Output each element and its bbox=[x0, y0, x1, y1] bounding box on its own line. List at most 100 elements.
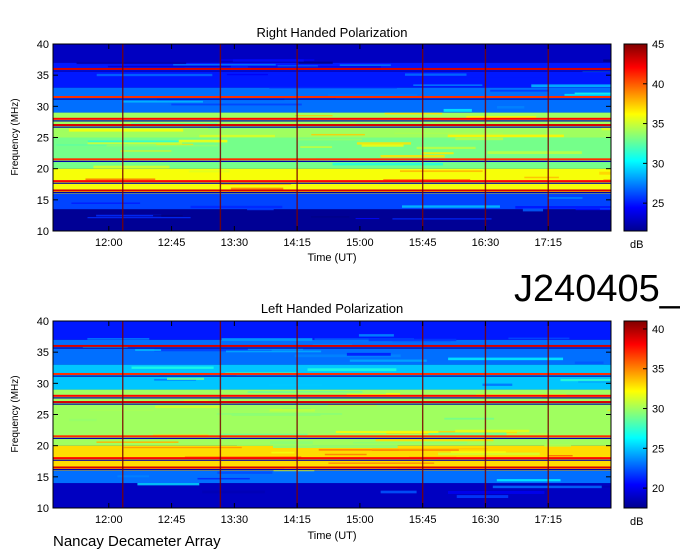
x-tick-label: 13:30 bbox=[221, 237, 249, 249]
spectral-texture bbox=[153, 214, 183, 217]
interference-line bbox=[53, 435, 611, 438]
spectral-texture bbox=[202, 490, 265, 494]
spectral-texture bbox=[269, 86, 397, 89]
spectral-texture bbox=[294, 392, 386, 395]
colorbar-tick-label: 40 bbox=[652, 79, 664, 91]
y-tick-label: 35 bbox=[37, 347, 49, 359]
interference-line bbox=[53, 189, 611, 192]
spectral-texture bbox=[371, 448, 488, 450]
y-tick-label: 25 bbox=[37, 133, 49, 145]
time-gap-line bbox=[296, 44, 298, 231]
spectral-texture bbox=[531, 84, 611, 88]
time-gap-line bbox=[484, 44, 487, 231]
x-axis-label: Time (UT) bbox=[307, 530, 356, 542]
interference-gap bbox=[53, 347, 611, 349]
panel-title: Left Handed Polarization bbox=[261, 301, 403, 316]
spectral-texture bbox=[353, 441, 468, 444]
spectral-texture bbox=[269, 383, 323, 387]
time-gap-line bbox=[421, 44, 424, 231]
colorbar-unit-label: dB bbox=[630, 239, 643, 251]
spectral-texture bbox=[231, 413, 321, 416]
x-tick-label: 12:00 bbox=[95, 237, 123, 249]
time-gap-line bbox=[296, 321, 298, 508]
y-tick-label: 35 bbox=[37, 70, 49, 82]
interference-gap bbox=[53, 375, 611, 377]
spectral-texture bbox=[190, 205, 283, 209]
y-tick-label: 40 bbox=[37, 316, 49, 328]
spectral-texture bbox=[247, 208, 274, 211]
spectral-texture bbox=[171, 103, 302, 106]
colorbar-gradient bbox=[623, 320, 648, 509]
spectral-texture bbox=[413, 84, 483, 86]
y-tick-label: 30 bbox=[37, 101, 49, 113]
spectral-texture bbox=[269, 408, 315, 412]
interference-line bbox=[53, 67, 611, 70]
spectral-texture bbox=[404, 73, 467, 76]
spectral-texture bbox=[339, 64, 391, 66]
spectral-texture bbox=[522, 208, 544, 212]
spectral-texture bbox=[107, 65, 231, 68]
spectral-texture bbox=[300, 146, 333, 148]
interference-line bbox=[53, 466, 611, 469]
colorbar: 25 30 35 40 45 bbox=[623, 39, 664, 232]
y-tick-label: 15 bbox=[37, 195, 49, 207]
x-tick-label: 16:30 bbox=[472, 514, 500, 526]
spectral-texture bbox=[221, 59, 315, 61]
spectral-texture bbox=[574, 361, 604, 364]
spectral-texture bbox=[307, 368, 397, 372]
spectral-texture bbox=[438, 452, 540, 456]
spectral-texture bbox=[466, 116, 537, 119]
spectral-texture bbox=[384, 112, 443, 115]
spectral-texture bbox=[247, 66, 381, 68]
spectral-texture bbox=[87, 338, 150, 340]
spectral-texture bbox=[218, 433, 308, 435]
colorbar-tick-label: 45 bbox=[652, 39, 664, 51]
spectral-texture bbox=[524, 176, 559, 179]
spectral-texture bbox=[328, 462, 435, 464]
interference-gap bbox=[53, 182, 611, 184]
x-tick-label: 12:45 bbox=[158, 237, 186, 249]
spectral-texture bbox=[601, 127, 611, 131]
spectral-texture bbox=[247, 348, 304, 351]
time-gap-line bbox=[219, 44, 222, 231]
spectral-texture bbox=[87, 142, 183, 145]
interference-line bbox=[53, 124, 611, 127]
spectral-texture bbox=[416, 146, 476, 150]
spectral-texture bbox=[428, 432, 507, 436]
spectral-texture bbox=[380, 490, 417, 494]
interference-gap bbox=[53, 468, 611, 471]
interference-line bbox=[53, 158, 611, 161]
spectral-texture bbox=[444, 417, 495, 420]
time-gap-line bbox=[421, 321, 424, 508]
x-tick-label: 13:30 bbox=[221, 514, 249, 526]
y-tick-label: 30 bbox=[37, 378, 49, 390]
x-tick-label: 17:15 bbox=[534, 514, 562, 526]
y-tick-label: 10 bbox=[37, 503, 49, 515]
interference-gap bbox=[53, 191, 611, 194]
interference-line bbox=[53, 117, 611, 120]
spectral-texture bbox=[270, 441, 313, 445]
emission-band bbox=[53, 44, 611, 63]
colorbar-tick-label: 35 bbox=[652, 364, 664, 376]
spectral-texture bbox=[225, 350, 322, 353]
spectral-texture bbox=[71, 202, 141, 204]
interference-gap bbox=[53, 403, 611, 405]
interference-gap bbox=[53, 160, 611, 163]
colorbar-tick-label: 30 bbox=[652, 158, 664, 170]
spectral-texture bbox=[166, 377, 205, 380]
spectral-texture bbox=[310, 216, 350, 218]
emission-band bbox=[53, 321, 611, 340]
spectral-texture bbox=[294, 115, 333, 117]
time-gap-line bbox=[547, 44, 549, 231]
spectral-texture bbox=[221, 338, 313, 341]
spectral-texture bbox=[443, 108, 472, 112]
spectral-texture bbox=[421, 152, 454, 155]
panel-left-polarization: Left Handed Polarization 101520253035401… bbox=[10, 301, 664, 542]
x-axis-label: Time (UT) bbox=[307, 252, 356, 264]
colorbar-tick-label: 40 bbox=[652, 324, 664, 336]
spectral-texture bbox=[492, 485, 602, 489]
spectral-texture bbox=[482, 383, 513, 386]
spectral-texture bbox=[298, 61, 333, 64]
spectral-texture bbox=[450, 451, 506, 453]
time-gap-line bbox=[547, 321, 549, 508]
